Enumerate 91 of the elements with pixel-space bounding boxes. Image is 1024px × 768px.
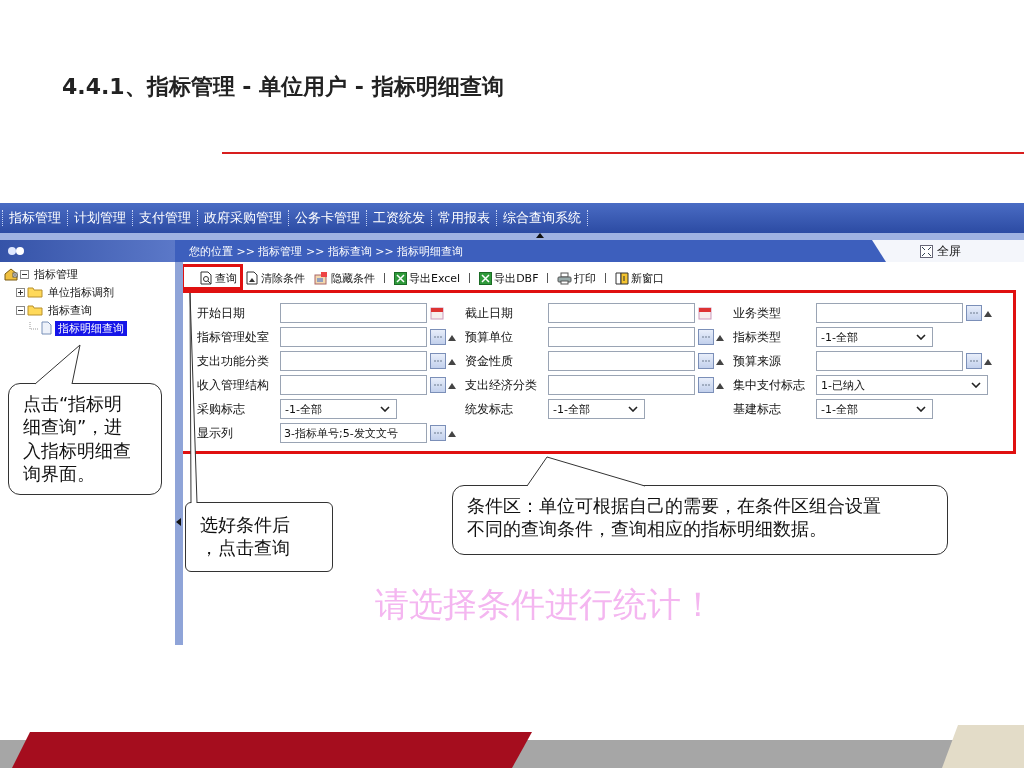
menu-item[interactable]: 支付管理 — [132, 210, 197, 226]
input-field[interactable] — [548, 327, 695, 347]
collapse-icon[interactable] — [16, 305, 25, 315]
expand-icon[interactable] — [16, 287, 25, 297]
collapse-icon[interactable] — [20, 269, 29, 279]
callout: 选好条件后，点击查询 — [185, 502, 333, 572]
book-icon — [615, 271, 630, 285]
field-label: 预算单位 — [465, 328, 514, 346]
calendar-icon[interactable] — [430, 306, 444, 320]
field-label: 指标管理处室 — [197, 328, 270, 346]
spreadsheet-icon — [479, 271, 493, 285]
input-field[interactable] — [816, 351, 963, 371]
expand-arrows-icon — [920, 244, 933, 258]
spreadsheet-icon — [394, 271, 407, 285]
menu-item[interactable]: 综合查询系统 — [496, 210, 588, 226]
input-field[interactable] — [280, 327, 427, 347]
field-label: 指标类型 — [733, 328, 782, 346]
menu-item[interactable]: 计划管理 — [67, 210, 132, 226]
menu-item[interactable]: 政府采购管理 — [197, 210, 288, 226]
field-label: 支出功能分类 — [197, 352, 270, 370]
triangle-icon[interactable] — [716, 381, 724, 389]
triangle-icon[interactable] — [448, 381, 456, 389]
field-label: 业务类型 — [733, 304, 782, 322]
toolbar-button[interactable]: 打印 — [554, 270, 600, 286]
field-label: 开始日期 — [197, 304, 246, 322]
fullscreen-button[interactable]: 全屏 — [872, 240, 1024, 262]
triangle-icon[interactable] — [448, 357, 456, 365]
dropdown-field[interactable]: 1-已纳入 — [816, 375, 988, 395]
chevron-icon — [380, 406, 390, 412]
triangle-icon[interactable] — [716, 333, 724, 341]
page-icon — [40, 321, 53, 335]
tree-item[interactable]: 指标管理 — [31, 266, 81, 282]
input-field[interactable] — [280, 303, 427, 323]
dropdown-field[interactable]: -1-全部 — [816, 399, 933, 419]
tree-item[interactable]: 指标明细查询 — [55, 320, 127, 336]
slide-title: 4.4.1、指标管理 - 单位用户 - 指标明细查询 — [62, 73, 504, 101]
dropdown-field[interactable]: -1-全部 — [280, 399, 397, 419]
toolbar-button[interactable]: 清除条件 — [243, 270, 308, 286]
folder-icon — [27, 304, 43, 316]
dropdown-field[interactable]: -1-全部 — [816, 327, 933, 347]
input-field[interactable] — [816, 303, 963, 323]
field-label: 预算来源 — [733, 352, 782, 370]
toolbar-button[interactable]: 导出DBF — [476, 270, 542, 286]
triangle-icon[interactable] — [716, 357, 724, 365]
callout-pointer — [34, 344, 81, 385]
triangle-icon[interactable] — [984, 357, 992, 365]
document-icon — [246, 271, 259, 285]
calendar-icon[interactable] — [698, 306, 712, 320]
chevron-icon — [916, 406, 926, 412]
dropdown-field[interactable]: -1-全部 — [548, 399, 645, 419]
toolbar-button[interactable]: 新窗口 — [612, 270, 668, 286]
clipboard-icon — [313, 271, 329, 285]
callout: 点击“指标明细查询”，进入指标明细查询界面。 — [8, 383, 162, 495]
menu-item[interactable]: 常用报表 — [431, 210, 496, 226]
field-label: 支出经济分类 — [465, 376, 538, 394]
field-label: 采购标志 — [197, 400, 246, 418]
toolbar-button[interactable]: 隐藏条件 — [310, 270, 378, 286]
field-label: 基建标志 — [733, 400, 782, 418]
field-label: 显示列 — [197, 424, 234, 442]
chevron-icon — [628, 406, 638, 412]
tree-item[interactable]: 单位指标调剂 — [45, 284, 117, 300]
menu-item[interactable]: 工资统发 — [366, 210, 431, 226]
prompt-text: 请选择条件进行统计！ — [375, 583, 716, 626]
menu-item[interactable]: 公务卡管理 — [288, 210, 366, 226]
collapse-arrow-icon[interactable] — [176, 518, 181, 526]
toolbar-button[interactable]: 导出Excel — [391, 270, 464, 286]
printer-icon — [557, 271, 573, 285]
chevron-icon — [971, 382, 981, 388]
triangle-icon[interactable] — [448, 429, 456, 437]
input-field[interactable] — [548, 351, 695, 371]
triangle-icon[interactable] — [448, 333, 456, 341]
menu-item[interactable]: 指标管理 — [2, 210, 67, 226]
tree-item[interactable]: 指标查询 — [45, 302, 95, 318]
field-label: 资金性质 — [465, 352, 514, 370]
triangle-icon[interactable] — [984, 309, 992, 317]
collapse-triangle-icon[interactable] — [536, 233, 544, 238]
input-field[interactable]: 3-指标单号;5-发文文号 — [280, 423, 427, 443]
input-field[interactable] — [280, 375, 427, 395]
field-label: 截止日期 — [465, 304, 514, 322]
search-icon — [200, 271, 213, 285]
home-icon — [4, 267, 18, 281]
folder-icon — [27, 286, 43, 298]
toolbar-button[interactable]: 查询 — [197, 270, 240, 286]
input-field[interactable] — [280, 351, 427, 371]
input-field[interactable] — [548, 303, 695, 323]
breadcrumb: 您的位置 >> 指标管理 >> 指标查询 >> 指标明细查询 — [189, 243, 464, 259]
chevron-icon — [916, 334, 926, 340]
field-label: 集中支付标志 — [733, 376, 806, 394]
field-label: 统发标志 — [465, 400, 514, 418]
field-label: 收入管理结构 — [197, 376, 270, 394]
input-field[interactable] — [548, 375, 695, 395]
